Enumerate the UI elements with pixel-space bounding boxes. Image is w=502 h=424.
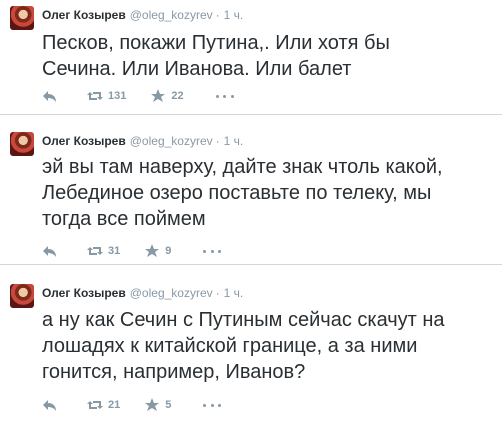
retweet-icon <box>87 247 103 255</box>
tweet-text: Песков, покажи Путина,. Или хотя бы Сечи… <box>42 32 390 80</box>
separator: · <box>215 8 220 22</box>
favorite-count: 9 <box>165 245 172 257</box>
tweet-time[interactable]: 1 ч. <box>224 8 244 22</box>
favorite-count: 22 <box>171 90 184 102</box>
tweet-time[interactable]: 1 ч. <box>224 134 244 148</box>
separator: · <box>215 286 220 300</box>
tweet[interactable]: Олег Козырев @oleg_kozyrev · 1 ч. Песков… <box>0 0 502 115</box>
tweet-feed: Олег Козырев @oleg_kozyrev · 1 ч. Песков… <box>0 0 502 424</box>
tweet[interactable]: Олег Козырев @oleg_kozyrev · 1 ч. а ну к… <box>0 265 502 424</box>
tweet-header: Олег Козырев @oleg_kozyrev · 1 ч. <box>42 7 243 23</box>
favorite-button[interactable]: 9 <box>144 244 171 258</box>
author-name[interactable]: Олег Козырев <box>42 8 126 22</box>
avatar[interactable] <box>10 132 34 156</box>
reply-icon <box>43 400 56 411</box>
author-handle[interactable]: @oleg_kozyrev <box>130 134 213 148</box>
author-handle[interactable]: @oleg_kozyrev <box>130 286 213 300</box>
favorite-count: 5 <box>165 399 172 411</box>
favorite-button[interactable]: 5 <box>144 398 171 412</box>
avatar[interactable] <box>10 6 34 30</box>
reply-icon <box>43 91 56 102</box>
more-dots-icon[interactable] <box>215 91 234 101</box>
separator: · <box>215 134 220 148</box>
tweet-text: а ну как Сечин с Путиным сейчас скачут н… <box>42 309 445 383</box>
retweet-count: 21 <box>108 399 121 411</box>
star-icon <box>151 89 166 102</box>
avatar[interactable] <box>10 284 34 308</box>
tweet-header: Олег Козырев @oleg_kozyrev · 1 ч. <box>42 285 243 301</box>
tweet-actions: 131 22 <box>42 88 234 104</box>
reply-icon <box>43 246 56 257</box>
star-icon <box>145 398 160 411</box>
author-name[interactable]: Олег Козырев <box>42 134 126 148</box>
author-name[interactable]: Олег Козырев <box>42 286 126 300</box>
author-handle[interactable]: @oleg_kozyrev <box>130 8 213 22</box>
tweet-time[interactable]: 1 ч. <box>224 286 244 300</box>
star-icon <box>145 244 160 257</box>
retweet-button[interactable]: 31 <box>87 244 120 258</box>
retweet-button[interactable]: 131 <box>87 89 126 103</box>
more-dots-icon[interactable] <box>203 400 222 410</box>
reply-button[interactable] <box>42 398 63 412</box>
retweet-button[interactable]: 21 <box>87 398 120 412</box>
more-dots-icon[interactable] <box>203 246 222 256</box>
tweet-actions: 31 9 <box>42 243 222 259</box>
tweet-header: Олег Козырев @oleg_kozyrev · 1 ч. <box>42 133 243 149</box>
retweet-count: 131 <box>108 90 127 102</box>
tweet-text: эй вы там наверху, дайте знак чтоль како… <box>42 156 443 230</box>
reply-button[interactable] <box>42 244 63 258</box>
retweet-count: 31 <box>108 245 121 257</box>
retweet-icon <box>87 92 103 100</box>
tweet-actions: 21 5 <box>42 397 222 413</box>
reply-button[interactable] <box>42 89 63 103</box>
favorite-button[interactable]: 22 <box>150 89 184 103</box>
retweet-icon <box>87 401 103 409</box>
tweet[interactable]: Олег Козырев @oleg_kozyrev · 1 ч. эй вы … <box>0 115 502 265</box>
